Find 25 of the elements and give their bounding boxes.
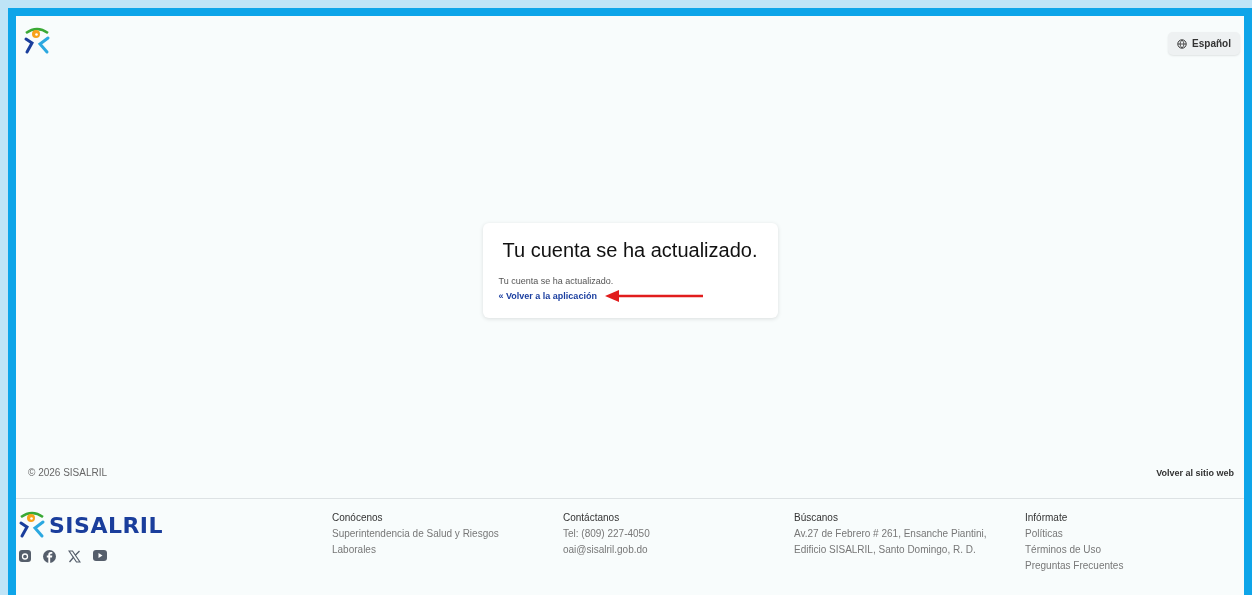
footer-text: Superintendencia de Salud y Riesgos Laborales — [332, 527, 500, 557]
footer-text: oai@sisalril.gob.do — [563, 543, 649, 557]
copyright-text: © 2026 SISALRIL — [28, 467, 108, 478]
x-icon[interactable] — [68, 550, 81, 563]
facebook-icon[interactable] — [43, 550, 56, 563]
footer-text: Preguntas Frecuentes — [1025, 559, 1125, 573]
logo-icon — [22, 26, 52, 56]
footer-text: Políticas — [1025, 527, 1064, 541]
back-to-website-link[interactable]: Volver al sitio web — [1156, 467, 1234, 478]
column-heading: Contáctanos — [563, 511, 621, 525]
column-heading: Conócenos — [332, 511, 384, 525]
message-text: Tu cuenta se ha actualizado. — [498, 276, 615, 286]
logo-icon — [17, 510, 47, 540]
column-heading: Búscanos — [794, 511, 839, 525]
back-link[interactable]: « Volver a la aplicación — [498, 291, 597, 301]
card-title: Tu cuenta se ha actualizado. — [501, 239, 759, 262]
language-button[interactable]: Español — [1168, 32, 1240, 55]
video-play-icon[interactable] — [93, 550, 107, 561]
brand-name: SISALRIL — [49, 512, 164, 538]
column-heading: Infórmate — [1025, 511, 1069, 525]
instagram-icon[interactable] — [19, 550, 31, 562]
footer-text: Av.27 de Febrero # 261, Ensanche Piantini, Edificio SISALRIL, Santo Domingo, R. D. — [794, 527, 988, 557]
globe-icon — [1177, 38, 1188, 49]
footer-text: Términos de Uso — [1025, 543, 1103, 557]
footer-text: Tel: (809) 227-4050 — [563, 527, 651, 541]
